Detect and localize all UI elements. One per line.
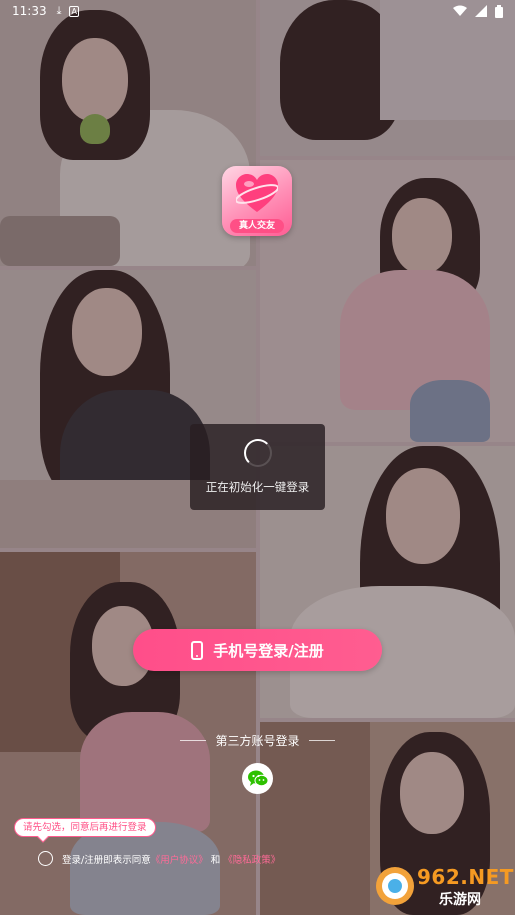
privacy-policy-link[interactable]: 《隐私政策》 bbox=[223, 852, 280, 866]
phone-icon bbox=[191, 640, 204, 660]
third-party-login-divider: 第三方账号登录 bbox=[0, 732, 515, 749]
signal-icon bbox=[475, 5, 487, 17]
a-icon: A bbox=[69, 5, 79, 17]
agreement-and: 和 bbox=[210, 854, 221, 866]
divider-line bbox=[308, 740, 335, 741]
divider-line bbox=[180, 740, 207, 741]
watermark-brand: 962.NET bbox=[417, 865, 514, 889]
watermark-sub: 乐游网 bbox=[439, 892, 481, 908]
phone-login-button[interactable]: 手机号登录/注册 bbox=[133, 629, 382, 671]
wechat-login-button[interactable] bbox=[242, 763, 273, 794]
third-party-title: 第三方账号登录 bbox=[215, 734, 300, 748]
wifi-icon bbox=[453, 5, 467, 16]
status-bar: 11:33 ⤓ A bbox=[0, 0, 515, 22]
download-icon: ⤓ bbox=[56, 4, 62, 17]
battery-icon bbox=[495, 4, 503, 18]
agreement-prefix: 登录/注册即表示同意 bbox=[62, 854, 151, 866]
app-logo-label: 真人交友 bbox=[230, 219, 284, 233]
app-logo: 真人交友 bbox=[222, 166, 292, 236]
agreement-row: 登录/注册即表示同意 《用户协议》 和 《隐私政策》 bbox=[38, 851, 280, 866]
wechat-icon bbox=[247, 770, 268, 787]
agreement-hint-tooltip: 请先勾选，同意后再进行登录 bbox=[14, 818, 156, 837]
loading-dialog: 正在初始化一键登录 bbox=[190, 424, 325, 510]
agreement-checkbox[interactable] bbox=[38, 851, 53, 866]
site-watermark: 962.NET 乐游网 bbox=[375, 863, 513, 909]
heart-icon bbox=[236, 174, 278, 212]
user-agreement-link[interactable]: 《用户协议》 bbox=[151, 852, 208, 866]
status-time: 11:33 bbox=[12, 4, 47, 18]
spinner-icon bbox=[243, 439, 272, 467]
loading-text: 正在初始化一键登录 bbox=[205, 480, 310, 494]
phone-login-label: 手机号登录/注册 bbox=[213, 641, 324, 660]
